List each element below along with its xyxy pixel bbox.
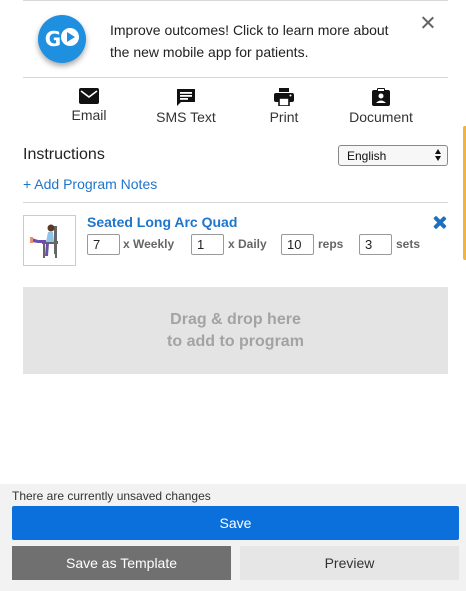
daily-input[interactable]: 1 — [191, 234, 224, 255]
drop-zone-line1: Drag & drop here — [170, 311, 301, 328]
exercise-name-link[interactable]: Seated Long Arc Quad — [87, 214, 237, 230]
email-button[interactable]: Email — [67, 88, 111, 123]
weekly-input[interactable]: 7 — [87, 234, 120, 255]
weekly-unit-label: x Weekly — [123, 237, 175, 251]
print-label: Print — [269, 109, 299, 125]
exercise-thumbnail[interactable] — [23, 215, 76, 266]
share-actions: Email SMS Text Print Document — [23, 88, 448, 132]
sms-text-button[interactable]: SMS Text — [151, 88, 221, 125]
close-icon[interactable] — [420, 15, 436, 31]
language-selected: English — [347, 149, 387, 163]
exercise-illustration — [30, 224, 58, 258]
select-arrows-icon — [435, 149, 441, 161]
daily-unit-label: x Daily — [228, 237, 267, 251]
print-button[interactable]: Print — [261, 88, 307, 125]
go-app-badge-icon[interactable]: G — [38, 15, 86, 63]
footer-bar: There are currently unsaved changes Save… — [0, 484, 466, 591]
promo-text[interactable]: Improve outcomes! Click to learn more ab… — [110, 19, 410, 63]
reps-input[interactable]: 10 — [281, 234, 314, 255]
add-program-notes-link[interactable]: + Add Program Notes — [23, 176, 157, 192]
save-as-template-button[interactable]: Save as Template — [12, 546, 231, 580]
promo-banner[interactable]: G Improve outcomes! Click to learn more … — [23, 0, 448, 78]
drop-zone-line2: to add to program — [167, 333, 304, 350]
save-button[interactable]: Save — [12, 506, 459, 540]
language-select[interactable]: English — [338, 145, 448, 166]
sms-text-label: SMS Text — [156, 109, 216, 125]
document-button[interactable]: Document — [343, 88, 419, 125]
exercise-row: Seated Long Arc Quad 7 x Weekly 1 x Dail… — [23, 202, 448, 272]
preview-button[interactable]: Preview — [240, 546, 459, 580]
sets-unit-label: sets — [396, 237, 421, 251]
print-icon — [274, 88, 294, 106]
document-label: Document — [349, 109, 413, 125]
email-label: Email — [71, 107, 107, 123]
reps-unit-label: reps — [318, 237, 344, 251]
email-icon — [79, 88, 99, 104]
document-icon — [372, 88, 390, 106]
sms-icon — [177, 89, 195, 106]
drop-zone[interactable]: Drag & drop here to add to program — [23, 287, 448, 374]
instructions-title: Instructions — [23, 146, 105, 163]
unsaved-status: There are currently unsaved changes — [12, 489, 211, 503]
sets-input[interactable]: 3 — [359, 234, 392, 255]
remove-exercise-icon[interactable] — [433, 216, 447, 230]
